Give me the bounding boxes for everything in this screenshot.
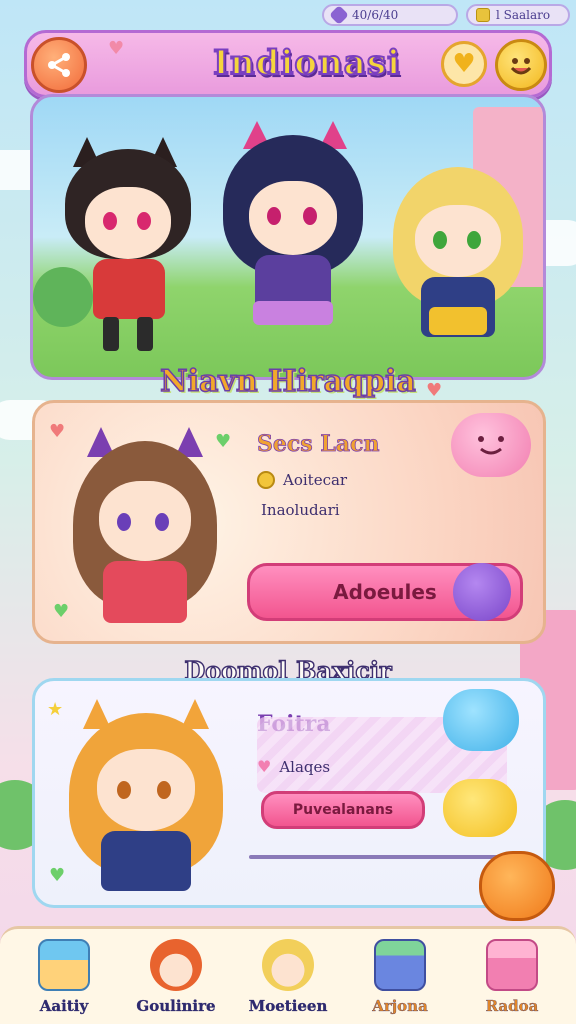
- heart-decor: ♥: [426, 380, 443, 401]
- featured-hero-card: ♥ ♥ ♥ Secs Lacn Aoitecar Inaoludari Adoe…: [32, 400, 546, 644]
- character-cat-girl-dark[interactable]: [63, 137, 193, 357]
- gem-count: 40/6/40: [352, 8, 399, 22]
- character-blonde[interactable]: [393, 167, 523, 357]
- nav-item-home[interactable]: Aaitiy: [14, 935, 114, 1021]
- page-title: Indionasi: [212, 42, 401, 84]
- grape-mascot-icon: [453, 563, 511, 621]
- character-roster-scene: [30, 94, 546, 380]
- profile-button[interactable]: [495, 39, 547, 91]
- nav-label: Aaitiy: [39, 997, 89, 1015]
- heart-icon: ♥: [452, 49, 476, 79]
- nav-label: Moetieen: [248, 997, 328, 1015]
- house-icon: [38, 939, 90, 991]
- blue-mascot-icon[interactable]: [443, 689, 519, 751]
- hero-action-label: Adoeules: [333, 580, 437, 604]
- nav-label: Radoa: [485, 997, 539, 1015]
- yellow-mascot-icon[interactable]: [443, 779, 517, 837]
- favorites-button[interactable]: ♥: [441, 41, 487, 87]
- bottom-navigation: Aaitiy Goulinire Moetieen Arjona Radoa: [0, 926, 576, 1024]
- chibi-redhead-icon: [150, 939, 202, 991]
- hero-name: Secs Lacn: [257, 431, 380, 458]
- gold-label: l Saalaro: [496, 8, 551, 22]
- share-back-icon: [48, 53, 70, 77]
- character-detail-card: ★ ♥ Foitra ♥ Alaqes Puvealanans: [32, 678, 555, 921]
- back-button[interactable]: [31, 37, 87, 93]
- nav-item-characters[interactable]: Goulinire: [126, 935, 226, 1021]
- coin-icon: [257, 471, 275, 489]
- detail-action-label: Puvealanans: [292, 802, 394, 818]
- nav-label: Arjona: [372, 997, 428, 1015]
- gem-icon: [329, 5, 349, 25]
- heart-decor: ♥: [108, 38, 125, 59]
- orange-cat-mascot-icon[interactable]: [479, 851, 555, 921]
- nav-item-shop[interactable]: Arjona: [350, 935, 450, 1021]
- giftbox-icon: [486, 939, 538, 991]
- smiley-icon: [510, 58, 532, 75]
- detail-stat-line: Alaqes: [279, 757, 331, 776]
- hero-stat-line: Aoitecar: [283, 471, 348, 489]
- heart-icon: ♥: [257, 757, 272, 776]
- header-bar: Indionasi ♥: [24, 30, 552, 98]
- roster-title: Niavn Hiraqpia: [159, 363, 416, 400]
- gold-counter[interactable]: l Saalaro: [466, 4, 570, 26]
- detail-action-button[interactable]: Puvealanans: [261, 791, 425, 829]
- hero-description: Inaoludari: [261, 501, 340, 519]
- nav-label: Goulinire: [136, 997, 216, 1015]
- hero-portrait[interactable]: [59, 423, 229, 643]
- shop-icon: [374, 939, 426, 991]
- nav-item-members[interactable]: Moetieen: [238, 935, 338, 1021]
- character-navy-twintails[interactable]: [223, 121, 363, 357]
- chat-bubble-icon[interactable]: [451, 413, 531, 477]
- detail-portrait[interactable]: [61, 697, 231, 903]
- chibi-blonde-icon: [262, 939, 314, 991]
- gem-counter[interactable]: 40/6/40: [322, 4, 458, 26]
- nav-item-gifts[interactable]: Radoa: [462, 935, 562, 1021]
- divider: [249, 855, 513, 859]
- coin-icon: [476, 8, 490, 22]
